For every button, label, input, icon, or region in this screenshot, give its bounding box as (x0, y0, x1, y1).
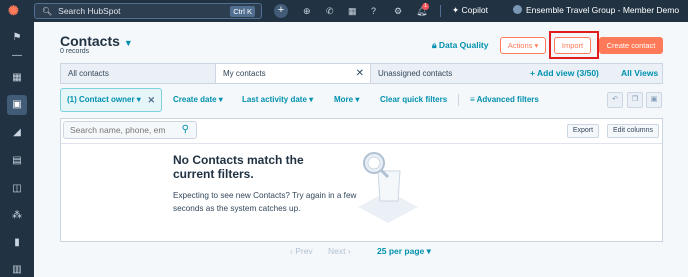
per-page-label: 25 per page (377, 246, 425, 256)
empty-state-message: Expecting to see new Contacts? Try again… (173, 191, 357, 213)
filter-bar: (1) Contact owner ▾ ✕ Create date ▾ Last … (60, 88, 663, 112)
content-icon[interactable]: ▤ (10, 154, 24, 168)
page-title[interactable]: Contacts ▼ (60, 33, 133, 49)
create-contact-button[interactable]: Create contact (599, 37, 663, 54)
notification-badge: 1 (422, 3, 429, 10)
tab-my-contacts[interactable]: My contacts ✕ (215, 64, 370, 83)
edit-columns-button[interactable]: Edit columns (607, 124, 659, 138)
copilot-button[interactable]: ✦ Copilot (452, 5, 488, 16)
actions-dropdown-button[interactable]: Actions ▾ (500, 37, 546, 54)
table-header-divider (61, 143, 662, 144)
close-icon[interactable]: ✕ (147, 89, 155, 111)
search-shortcut-badge: Ctrl K (230, 6, 255, 17)
global-search[interactable]: 🔍︎ Search HubSpot Ctrl K (34, 3, 262, 19)
per-page-dropdown[interactable]: 25 per page ▾ (377, 246, 431, 257)
marketing-megaphone-icon[interactable]: ◢ (10, 126, 24, 140)
chevron-right-icon: › (345, 246, 351, 256)
top-nav-bar: ✺ 🔍︎ Search HubSpot Ctrl K + ⊕ ✆ ▦ ? ⚙ 🔔… (0, 0, 688, 22)
undo-icon[interactable]: ↶ (607, 92, 623, 108)
tab-label: All contacts (68, 69, 109, 78)
contact-owner-filter-chip[interactable]: (1) Contact owner ▾ ✕ (60, 88, 162, 112)
avatar (513, 5, 522, 14)
global-search-placeholder: Search HubSpot (58, 6, 121, 16)
search-icon: 🔍︎ (42, 6, 53, 16)
copilot-label: Copilot (461, 5, 488, 15)
filter-divider (458, 94, 459, 106)
chevron-down-icon: ▾ (306, 95, 314, 104)
table-search-input[interactable] (70, 125, 174, 135)
lock-icon: 🔒︎ (432, 40, 439, 50)
calling-icon[interactable]: ✆ (326, 5, 334, 17)
clear-quick-filters-button[interactable]: Clear quick filters (380, 95, 447, 104)
create-new-icon[interactable]: + (274, 4, 288, 18)
chevron-down-icon: ▾ (216, 95, 223, 104)
data-quality-button[interactable]: 🔒︎ Data Quality (432, 40, 489, 51)
advanced-filters-button[interactable]: ≡ Advanced filters (470, 95, 539, 104)
bookmarks-icon[interactable]: ⚑ (10, 31, 24, 45)
table-search-field[interactable]: ⚲ (63, 121, 197, 139)
duplicate-view-icon[interactable]: ❐ (627, 92, 643, 108)
prev-label: Prev (295, 246, 313, 256)
contact-owner-filter-label: (1) Contact owner (67, 95, 135, 104)
empty-search-illustration-icon (358, 152, 418, 223)
record-count: 0 records (60, 48, 90, 55)
reporting-chart-icon[interactable]: ▮ (10, 236, 24, 250)
filter-label: More (334, 95, 354, 104)
empty-state-title: No Contacts match the current filters. (173, 153, 304, 181)
crm-contacts-icon[interactable]: ▣ (7, 95, 27, 115)
export-button[interactable]: Export (567, 124, 599, 138)
workspaces-icon[interactable]: ▦ (10, 71, 24, 85)
help-icon[interactable]: ? (371, 5, 376, 17)
add-view-button[interactable]: + Add view (3/50) (530, 68, 599, 78)
library-icon[interactable]: ▥ (10, 263, 24, 277)
account-name: Ensemble Travel Group - Member Demo (526, 5, 680, 15)
all-views-link[interactable]: All Views (621, 68, 658, 78)
next-label: Next (328, 246, 346, 256)
contacts-table-card: ⚲ Export Edit columns No Contacts match … (60, 118, 663, 242)
settings-gear-icon[interactable]: ⚙ (394, 5, 402, 17)
create-date-filter[interactable]: Create date ▾ (173, 95, 223, 104)
chevron-down-icon: ▾ (134, 95, 141, 104)
filter-label: Create date (173, 95, 217, 104)
commerce-icon[interactable]: ◫ (10, 182, 24, 196)
actions-label: Actions (507, 41, 533, 50)
hubspot-logo-icon[interactable]: ✺ (8, 4, 22, 18)
upgrade-icon[interactable]: ⊕ (303, 5, 311, 17)
filter-sliders-icon: ≡ (470, 95, 477, 104)
page-title-text: Contacts (60, 33, 120, 49)
chevron-down-icon: ▾ (424, 246, 431, 256)
close-icon[interactable]: ✕ (356, 64, 364, 83)
data-quality-label: Data Quality (438, 40, 489, 50)
last-activity-date-filter[interactable]: Last activity date ▾ (242, 95, 313, 104)
prev-page-button[interactable]: ‹ Prev (290, 246, 313, 256)
automation-icon[interactable]: ⁂ (10, 209, 24, 223)
chevron-down-icon: ▾ (532, 41, 539, 50)
more-filters-dropdown[interactable]: More ▾ (334, 95, 359, 104)
chevron-down-icon: ▾ (353, 95, 360, 104)
tab-unassigned-contacts[interactable]: Unassigned contacts (370, 64, 523, 83)
topbar-divider (440, 5, 441, 17)
sidebar-divider: — (12, 50, 22, 61)
next-page-button[interactable]: Next › (328, 246, 351, 256)
import-button[interactable]: Import (554, 37, 591, 54)
filter-label: Last activity date (242, 95, 307, 104)
marketplace-icon[interactable]: ▦ (348, 5, 357, 17)
chevron-down-icon: ▼ (123, 38, 133, 48)
search-icon: ⚲ (181, 124, 189, 135)
tab-all-contacts[interactable]: All contacts (61, 64, 215, 83)
account-menu[interactable]: Ensemble Travel Group - Member Demo (513, 5, 679, 15)
left-sidebar: ⚑ — ▦ ▣ ◢ ▤ ◫ ⁂ ▮ ▥ (0, 22, 34, 277)
save-view-icon[interactable]: ▣ (646, 92, 662, 108)
tab-label: My contacts (223, 69, 266, 78)
filter-label: Advanced filters (476, 95, 539, 104)
tab-label: Unassigned contacts (378, 69, 453, 78)
